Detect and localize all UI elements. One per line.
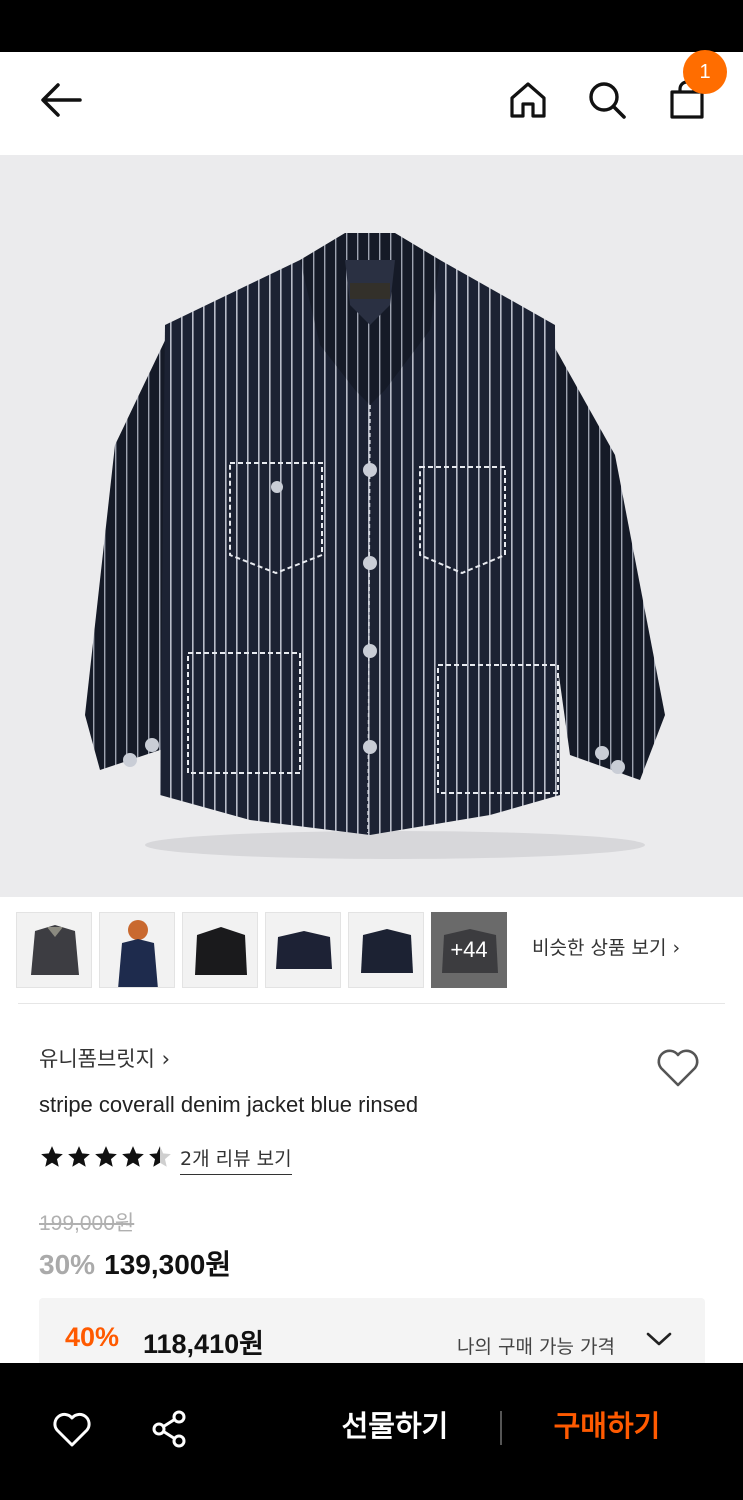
thumbnail-2[interactable] bbox=[99, 912, 175, 988]
search-button[interactable] bbox=[581, 74, 633, 126]
home-button[interactable] bbox=[502, 74, 554, 126]
similar-products-link[interactable]: 비슷한 상품 보기 › bbox=[532, 933, 680, 960]
thumbnail-4[interactable] bbox=[265, 912, 341, 988]
thumbnail-strip: +44 비슷한 상품 보기 › bbox=[0, 897, 743, 1005]
star-icon bbox=[95, 1146, 117, 1167]
star-icon bbox=[122, 1146, 144, 1167]
arrow-left-icon bbox=[41, 83, 82, 117]
discount-rate: 30% bbox=[39, 1249, 96, 1280]
bottom-action-bar: 선물하기 구매하기 bbox=[0, 1363, 743, 1500]
brand-link[interactable]: 유니폼브릿지 › bbox=[39, 1043, 170, 1073]
product-title: stripe coverall denim jacket blue rinsed bbox=[39, 1092, 419, 1117]
top-app-bar bbox=[0, 52, 743, 155]
original-price: 199,000원 bbox=[39, 1212, 135, 1235]
product-main-image[interactable] bbox=[0, 155, 743, 897]
member-price: 118,410원 bbox=[143, 1329, 264, 1359]
member-discount-rate: 40% bbox=[65, 1322, 120, 1352]
wishlist-button[interactable] bbox=[653, 1043, 703, 1093]
sale-price-line: 30% 139,300원 bbox=[39, 1243, 231, 1283]
gift-button[interactable]: 선물하기 bbox=[300, 1403, 490, 1445]
heart-icon bbox=[657, 1049, 699, 1087]
thumbnail-5[interactable] bbox=[348, 912, 424, 988]
star-icon bbox=[41, 1146, 63, 1167]
heart-icon[interactable] bbox=[50, 1407, 94, 1451]
back-button[interactable] bbox=[34, 74, 86, 126]
home-icon bbox=[510, 82, 546, 118]
more-images-count: +44 bbox=[450, 937, 488, 962]
denim-jacket-image bbox=[85, 233, 665, 859]
thumbnail-more[interactable]: +44 bbox=[431, 912, 507, 988]
chevron-down-icon[interactable] bbox=[645, 1330, 673, 1348]
buy-button[interactable]: 구매하기 bbox=[512, 1403, 702, 1445]
thumbnail-1[interactable] bbox=[16, 912, 92, 988]
product-info: 유니폼브릿지 › stripe coverall denim jacket bl… bbox=[0, 1005, 743, 1378]
divider bbox=[18, 1003, 725, 1004]
search-icon bbox=[589, 82, 626, 119]
thumbnail-3[interactable] bbox=[182, 912, 258, 988]
cart-count-badge: 1 bbox=[683, 50, 727, 94]
star-icon bbox=[68, 1146, 90, 1167]
divider bbox=[500, 1411, 502, 1445]
rating-stars bbox=[39, 1144, 173, 1170]
sale-price: 139,300원 bbox=[104, 1249, 232, 1280]
reviews-link[interactable]: 2개 리뷰 보기 bbox=[180, 1144, 292, 1175]
half-star-icon bbox=[149, 1146, 171, 1167]
share-icon[interactable] bbox=[148, 1407, 192, 1451]
member-price-label: 나의 구매 가능 가격 bbox=[457, 1336, 615, 1358]
status-bar bbox=[0, 0, 743, 52]
